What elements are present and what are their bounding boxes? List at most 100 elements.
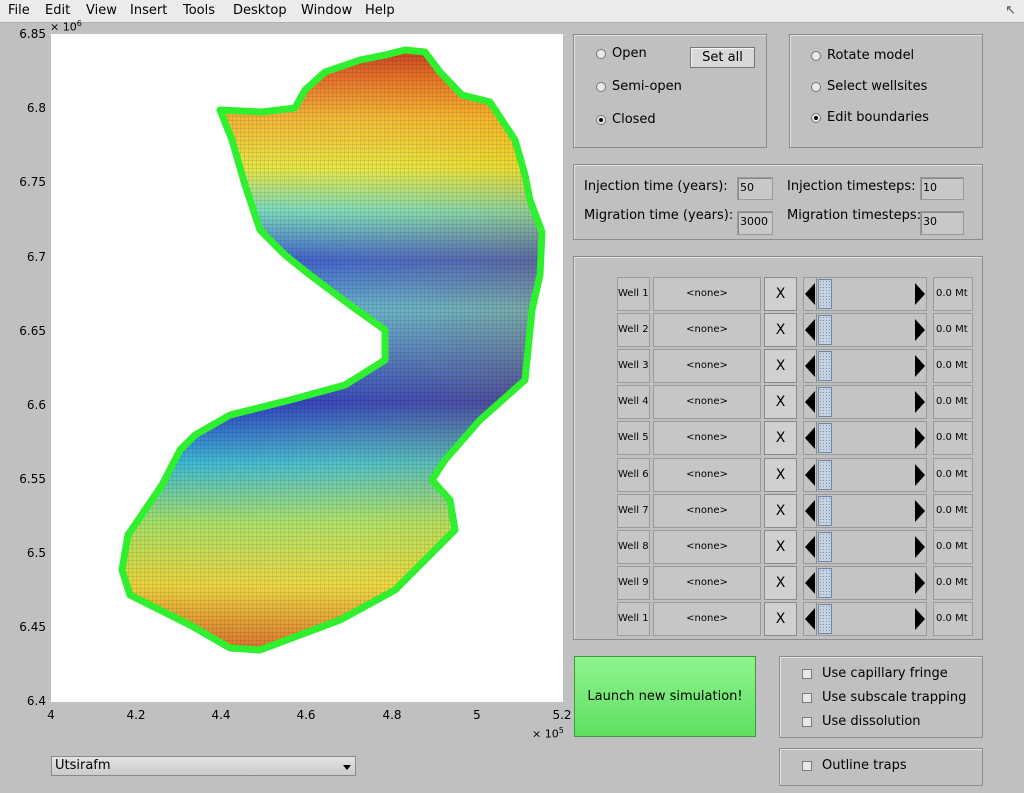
- arrow-left-icon[interactable]: [805, 607, 815, 630]
- slider-track: [816, 566, 817, 599]
- slider-thumb[interactable]: [818, 279, 832, 309]
- set-all-button[interactable]: Set all: [690, 47, 755, 68]
- radio-edit-boundaries[interactable]: Edit boundaries: [811, 110, 929, 125]
- checkbox-box[interactable]: [802, 760, 812, 771]
- well-rate-slider[interactable]: [803, 385, 927, 420]
- radio-indicator[interactable]: [596, 48, 606, 59]
- y-tick: 6.4: [26, 694, 46, 708]
- slider-thumb[interactable]: [818, 387, 832, 418]
- radio-indicator[interactable]: [811, 112, 821, 123]
- x-tick: 4.4: [211, 708, 231, 722]
- x-tick: 4: [47, 708, 55, 722]
- well-rate-slider[interactable]: [803, 529, 927, 564]
- well-site-field[interactable]: <none>: [653, 529, 761, 564]
- slider-thumb[interactable]: [818, 531, 832, 562]
- slider-thumb[interactable]: [818, 351, 832, 382]
- y-exponent: × 106: [50, 19, 82, 34]
- checkbox-box[interactable]: [802, 716, 812, 727]
- formation-select[interactable]: Utsirafm: [51, 756, 356, 776]
- well-remove-button[interactable]: X: [764, 385, 797, 420]
- radio-indicator[interactable]: [596, 81, 606, 92]
- well-remove-button[interactable]: X: [764, 421, 797, 456]
- subscale-trapping-checkbox[interactable]: Use subscale trapping: [802, 690, 966, 705]
- well-site-field[interactable]: <none>: [653, 457, 761, 492]
- radio-closed[interactable]: Closed: [596, 112, 656, 127]
- slider-thumb[interactable]: [818, 495, 832, 526]
- arrow-right-icon[interactable]: [915, 463, 925, 486]
- well-rate-slider[interactable]: [803, 493, 927, 528]
- radio-rotate-model[interactable]: Rotate model: [811, 48, 914, 63]
- radio-indicator[interactable]: [596, 114, 606, 125]
- well-rate-slider[interactable]: [803, 565, 927, 600]
- well-rate-slider[interactable]: [803, 277, 927, 311]
- arrow-left-icon[interactable]: [805, 283, 815, 305]
- arrow-left-icon[interactable]: [805, 427, 815, 450]
- well-rate-slider[interactable]: [803, 421, 927, 456]
- arrow-left-icon[interactable]: [805, 571, 815, 594]
- checkbox-box[interactable]: [802, 692, 812, 703]
- radio-semi-open[interactable]: Semi-open: [596, 79, 682, 94]
- launch-simulation-button[interactable]: Launch new simulation!: [574, 656, 756, 737]
- well-site-field[interactable]: <none>: [653, 313, 761, 348]
- capillary-fringe-checkbox[interactable]: Use capillary fringe: [802, 666, 948, 681]
- well-remove-button[interactable]: X: [764, 565, 797, 600]
- well-rate-slider[interactable]: [803, 457, 927, 492]
- well-remove-button[interactable]: X: [764, 601, 797, 636]
- well-rate-value: 0.0 Mt: [933, 421, 973, 456]
- radio-indicator[interactable]: [811, 50, 821, 61]
- slider-thumb[interactable]: [818, 567, 832, 598]
- well-remove-button[interactable]: X: [764, 493, 797, 528]
- arrow-right-icon[interactable]: [915, 607, 925, 630]
- arrow-left-icon[interactable]: [805, 499, 815, 522]
- slider-thumb[interactable]: [818, 459, 832, 490]
- well-site-field[interactable]: <none>: [653, 277, 761, 311]
- arrow-right-icon[interactable]: [915, 427, 925, 450]
- well-rate-value: 0.0 Mt: [933, 529, 973, 564]
- well-rate-slider[interactable]: [803, 313, 927, 348]
- arrow-right-icon[interactable]: [915, 355, 925, 378]
- arrow-left-icon[interactable]: [805, 535, 815, 558]
- arrow-left-icon[interactable]: [805, 391, 815, 414]
- well-site-field[interactable]: <none>: [653, 601, 761, 636]
- slider-track: [816, 386, 817, 419]
- arrow-right-icon[interactable]: [915, 283, 925, 305]
- radio-indicator[interactable]: [811, 81, 821, 92]
- well-rate-slider[interactable]: [803, 349, 927, 384]
- injection-time-field[interactable]: 50: [737, 177, 773, 200]
- arrow-right-icon[interactable]: [915, 499, 925, 522]
- well-site-field[interactable]: <none>: [653, 565, 761, 600]
- well-site-field[interactable]: <none>: [653, 421, 761, 456]
- well-site-field[interactable]: <none>: [653, 385, 761, 420]
- well-remove-button[interactable]: X: [764, 349, 797, 384]
- slider-track: [816, 350, 817, 383]
- well-remove-button[interactable]: X: [764, 277, 797, 311]
- arrow-right-icon[interactable]: [915, 571, 925, 594]
- arrow-left-icon[interactable]: [805, 355, 815, 378]
- well-label: Well 6:: [617, 457, 650, 492]
- well-rate-slider[interactable]: [803, 601, 927, 636]
- well-remove-button[interactable]: X: [764, 457, 797, 492]
- well-site-field[interactable]: <none>: [653, 493, 761, 528]
- slider-thumb[interactable]: [818, 315, 832, 346]
- slider-thumb[interactable]: [818, 423, 832, 454]
- well-row: Well 5: <none> X 0.0 Mt: [617, 421, 975, 456]
- arrow-left-icon[interactable]: [805, 463, 815, 486]
- dissolution-checkbox[interactable]: Use dissolution: [802, 714, 921, 729]
- well-rate-value: 0.0 Mt: [933, 565, 973, 600]
- well-rate-value: 0.0 Mt: [933, 349, 973, 384]
- well-remove-button[interactable]: X: [764, 313, 797, 348]
- checkbox-box[interactable]: [802, 668, 812, 679]
- migration-time-field[interactable]: 3000: [737, 211, 773, 235]
- well-remove-button[interactable]: X: [764, 529, 797, 564]
- well-site-field[interactable]: <none>: [653, 349, 761, 384]
- radio-select-wellsites[interactable]: Select wellsites: [811, 79, 927, 94]
- arrow-right-icon[interactable]: [915, 391, 925, 414]
- arrow-left-icon[interactable]: [805, 319, 815, 342]
- arrow-right-icon[interactable]: [915, 535, 925, 558]
- slider-thumb[interactable]: [818, 603, 832, 634]
- migration-timesteps-field[interactable]: 30: [920, 211, 964, 235]
- arrow-right-icon[interactable]: [915, 319, 925, 342]
- radio-open[interactable]: Open: [596, 46, 647, 61]
- outline-traps-checkbox[interactable]: Outline traps: [802, 758, 907, 773]
- injection-timesteps-field[interactable]: 10: [920, 177, 964, 200]
